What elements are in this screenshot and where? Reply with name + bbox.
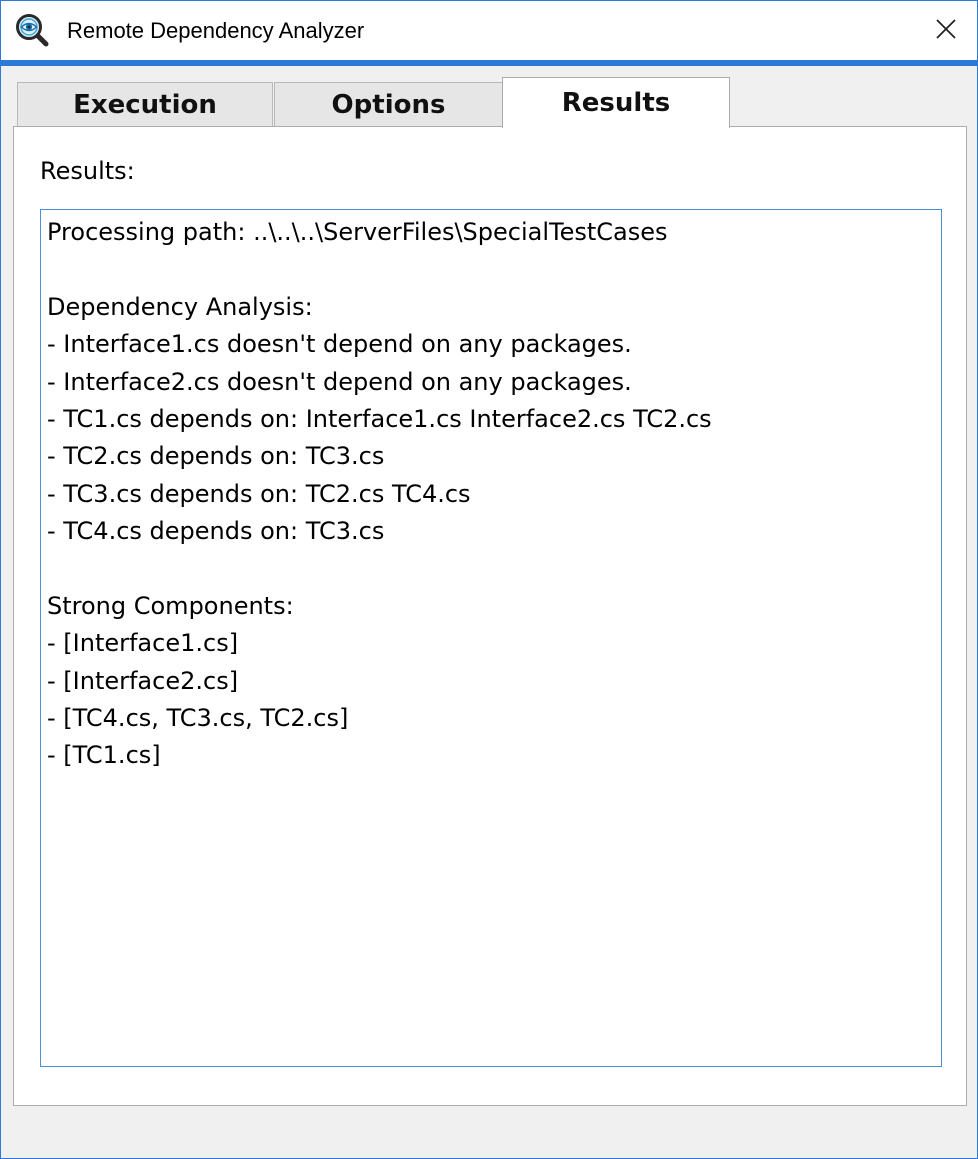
- result-line: - TC3.cs depends on: TC2.cs TC4.cs: [47, 479, 471, 508]
- title-accent-bar: [1, 60, 977, 66]
- result-line: - [Interface1.cs]: [47, 629, 239, 658]
- result-line: - Interface1.cs doesn't depend on any pa…: [47, 330, 632, 359]
- close-icon: [935, 18, 957, 44]
- result-line: - TC1.cs depends on: Interface1.cs Inter…: [47, 404, 712, 433]
- result-line: - TC2.cs depends on: TC3.cs: [47, 442, 385, 471]
- tab-execution[interactable]: Execution: [17, 82, 273, 127]
- title-bar[interactable]: Remote Dependency Analyzer: [1, 1, 977, 60]
- result-line: [47, 251, 935, 288]
- results-label: Results:: [40, 157, 135, 185]
- result-line: Dependency Analysis:: [47, 292, 313, 321]
- magnifier-eye-icon: [15, 13, 49, 47]
- tab-results[interactable]: Results: [502, 77, 730, 128]
- result-line: - [TC1.cs]: [47, 741, 161, 770]
- result-line: [47, 551, 935, 588]
- results-textbox[interactable]: Processing path: ..\..\..\ServerFiles\Sp…: [40, 209, 942, 1067]
- result-line: - [TC4.cs, TC3.cs, TC2.cs]: [47, 704, 349, 733]
- result-line: - [Interface2.cs]: [47, 666, 239, 695]
- window-title: Remote Dependency Analyzer: [67, 18, 365, 43]
- results-tab-panel: Results: Processing path: ..\..\..\Serve…: [13, 126, 967, 1106]
- result-line: - TC4.cs depends on: TC3.cs: [47, 517, 385, 546]
- result-line: Strong Components:: [47, 591, 294, 620]
- app-window: Remote Dependency Analyzer Execution Opt…: [0, 0, 978, 1159]
- result-line: Processing path: ..\..\..\ServerFiles\Sp…: [47, 218, 668, 246]
- close-button[interactable]: [915, 1, 977, 60]
- result-line: - Interface2.cs doesn't depend on any pa…: [47, 367, 632, 396]
- tab-options[interactable]: Options: [274, 82, 503, 127]
